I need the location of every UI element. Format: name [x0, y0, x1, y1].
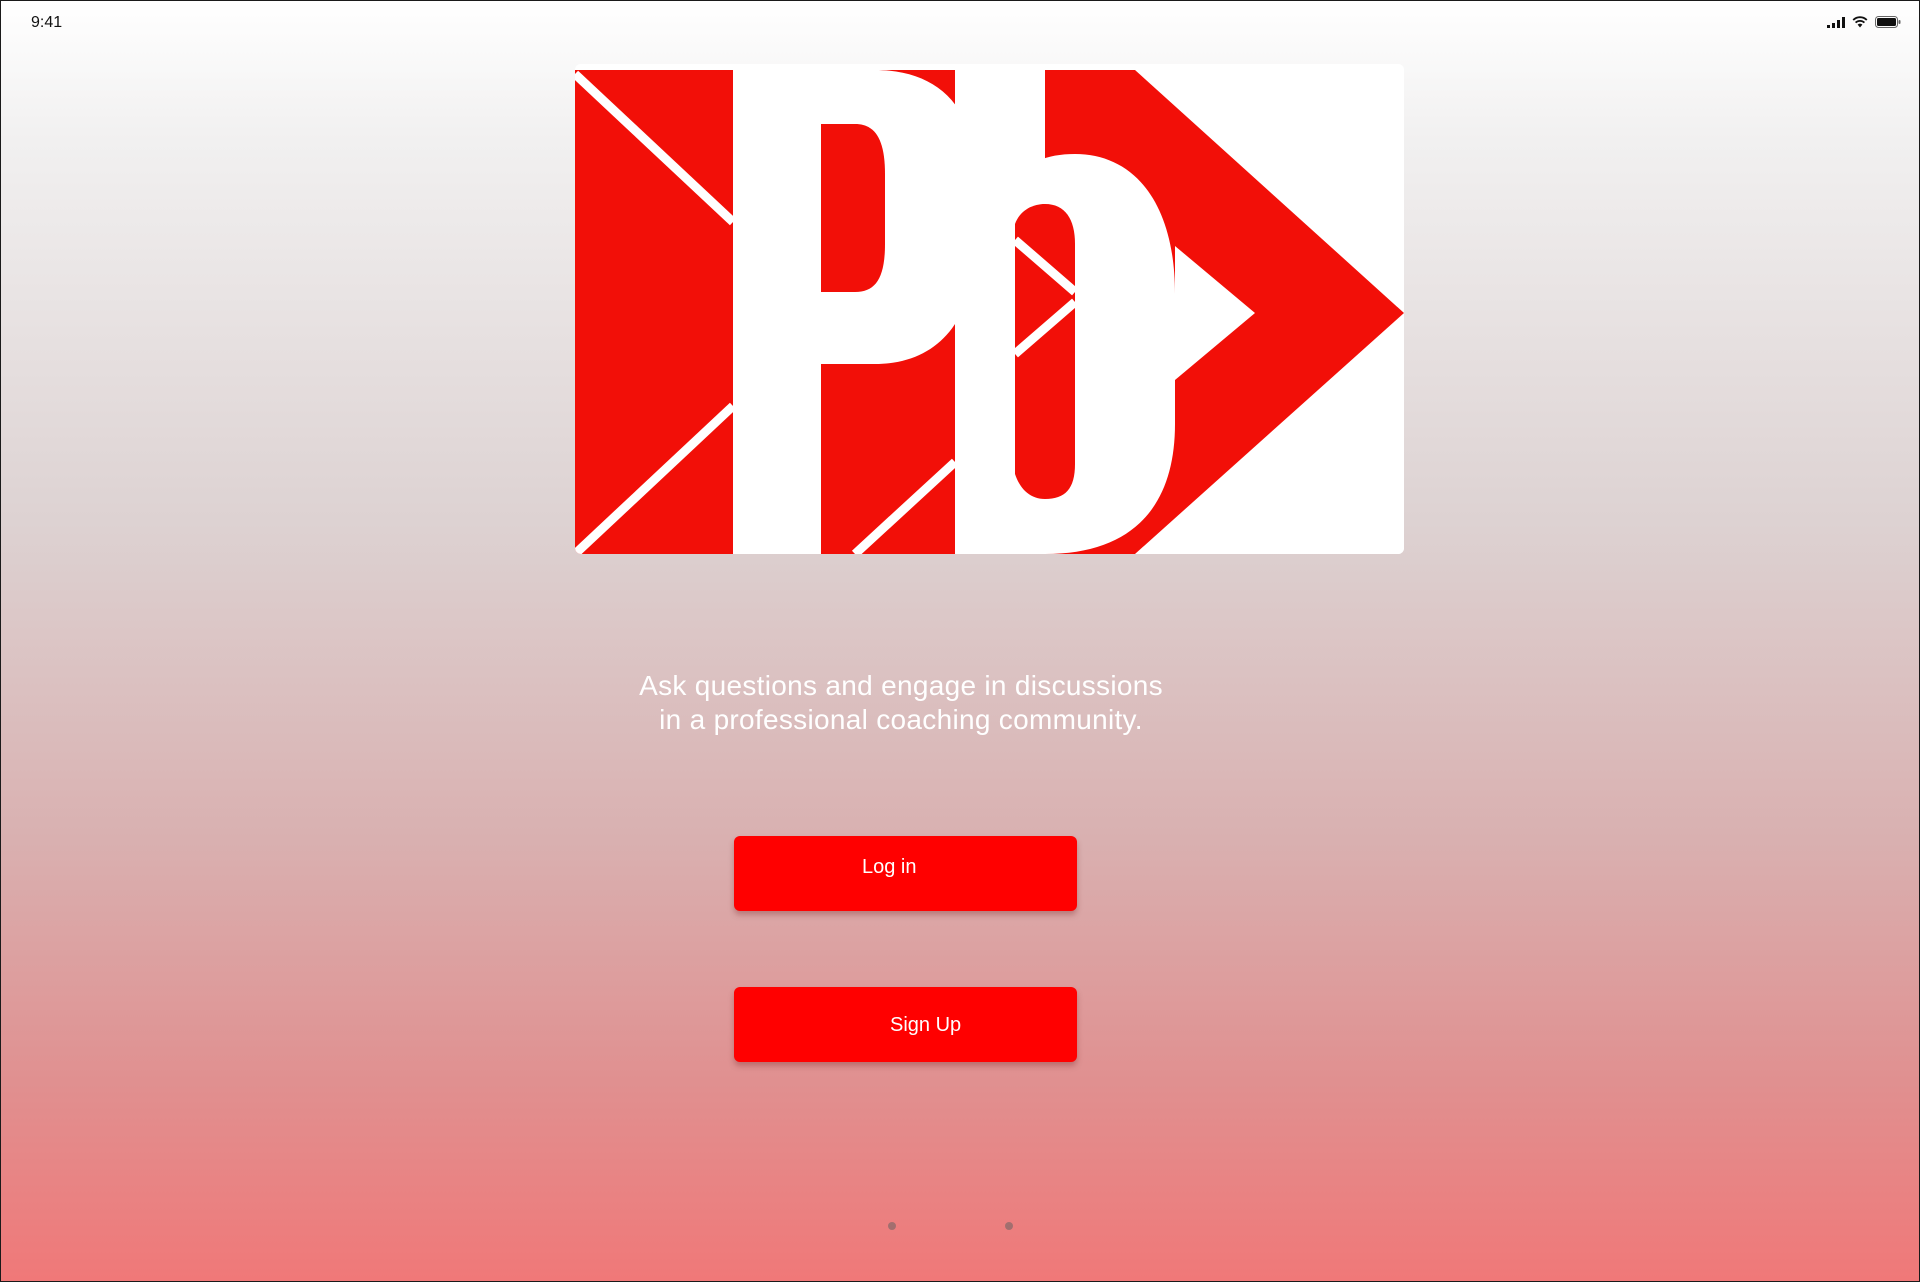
status-icons: [1827, 15, 1901, 33]
tagline-line-1: Ask questions and engage in discussions: [639, 670, 1163, 701]
tagline-line-2: in a professional coaching community.: [659, 704, 1143, 735]
wifi-icon: [1852, 15, 1868, 33]
signup-button[interactable]: Sign Up: [734, 987, 1077, 1062]
welcome-screen: 9:41 Ask questions and engage in discuss…: [0, 0, 1920, 1282]
login-button[interactable]: Log in: [734, 836, 1077, 911]
battery-icon: [1875, 15, 1901, 33]
tagline: Ask questions and engage in discussions …: [561, 669, 1241, 737]
page-dot-1[interactable]: [888, 1222, 896, 1230]
pb-logo: [575, 64, 1404, 554]
status-time: 9:41: [31, 14, 63, 31]
signal-icon: [1827, 15, 1845, 33]
page-indicator: [1, 1222, 1919, 1232]
pb-logo-icon: [575, 64, 1404, 554]
status-bar: 9:41: [1, 1, 1919, 41]
signup-button-label: Sign Up: [890, 1014, 962, 1036]
login-button-label: Log in: [862, 856, 917, 878]
page-dot-2[interactable]: [1005, 1222, 1013, 1230]
